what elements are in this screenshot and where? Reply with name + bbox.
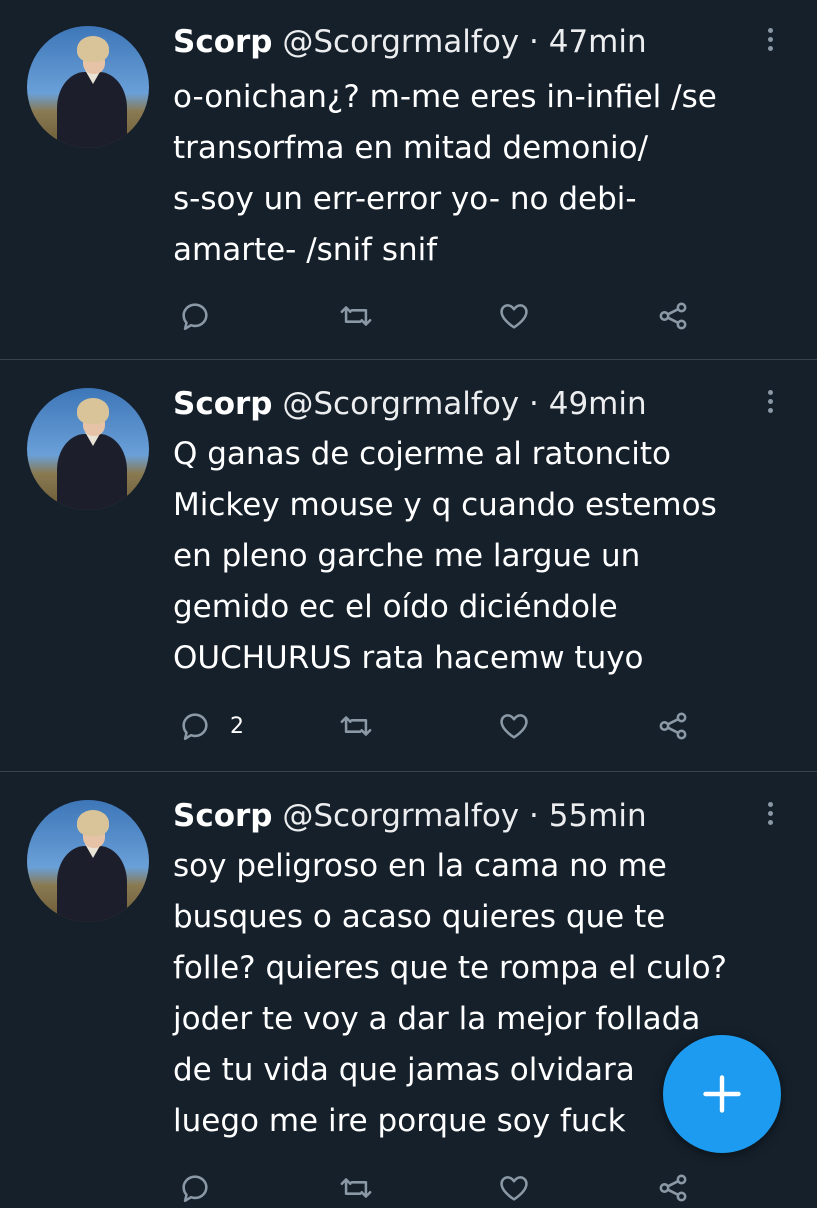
separator: · [529, 386, 539, 422]
reply-icon [182, 713, 208, 741]
timestamp[interactable]: 55min [549, 798, 647, 834]
tweet-text: o-onichan¿? m-me eres in-infiel /se tran… [173, 79, 717, 268]
share-icon [659, 302, 687, 330]
retweet-icon [340, 306, 372, 326]
tweet-header: Scorp @Scorgrmalfoy · 55min [173, 796, 647, 836]
avatar[interactable] [27, 26, 149, 148]
reply-icon [182, 303, 208, 331]
tweet-header: Scorp @Scorgrmalfoy · 49min [173, 384, 647, 424]
user-handle: @Scorgrmalfoy [282, 798, 520, 834]
tweet-actions: 2 [173, 706, 733, 746]
share-icon [659, 712, 687, 740]
timestamp[interactable]: 47min [549, 24, 647, 60]
compose-tweet-button[interactable] [663, 1035, 781, 1153]
divider [0, 771, 817, 772]
display-name[interactable]: Scorp [173, 798, 272, 834]
share-button[interactable] [656, 1168, 690, 1208]
avatar[interactable] [27, 388, 149, 510]
timestamp[interactable]: 49min [549, 386, 647, 422]
more-vertical-icon[interactable] [760, 386, 780, 422]
more-vertical-icon[interactable] [760, 24, 780, 60]
reply-count: 2 [230, 713, 244, 739]
share-button[interactable] [656, 296, 690, 336]
reply-button[interactable] [178, 1168, 230, 1208]
share-button[interactable] [656, 706, 690, 746]
reply-button[interactable] [178, 296, 230, 336]
heart-icon [500, 304, 528, 329]
reply-button[interactable]: 2 [178, 706, 244, 746]
separator: · [529, 24, 539, 60]
user-handle: @Scorgrmalfoy [282, 24, 520, 60]
retweet-icon [340, 716, 372, 736]
retweet-button[interactable] [339, 706, 373, 746]
like-button[interactable] [497, 706, 531, 746]
tweet-actions [173, 1168, 733, 1208]
more-vertical-icon[interactable] [760, 798, 780, 834]
display-name[interactable]: Scorp [173, 386, 272, 422]
separator: · [529, 798, 539, 834]
tweet-text: Q ganas de cojerme al ratoncito Mickey m… [173, 436, 717, 676]
retweet-button[interactable] [339, 296, 373, 336]
like-button[interactable] [497, 296, 531, 336]
retweet-button[interactable] [339, 1168, 373, 1208]
divider [0, 359, 817, 360]
display-name[interactable]: Scorp [173, 24, 272, 60]
tweet-actions [173, 296, 733, 336]
avatar[interactable] [27, 800, 149, 922]
like-button[interactable] [497, 1168, 531, 1208]
plus-icon [703, 1075, 741, 1113]
heart-icon [500, 714, 528, 739]
user-handle: @Scorgrmalfoy [282, 386, 520, 422]
tweet-header: Scorp @Scorgrmalfoy · 47min [173, 22, 647, 62]
